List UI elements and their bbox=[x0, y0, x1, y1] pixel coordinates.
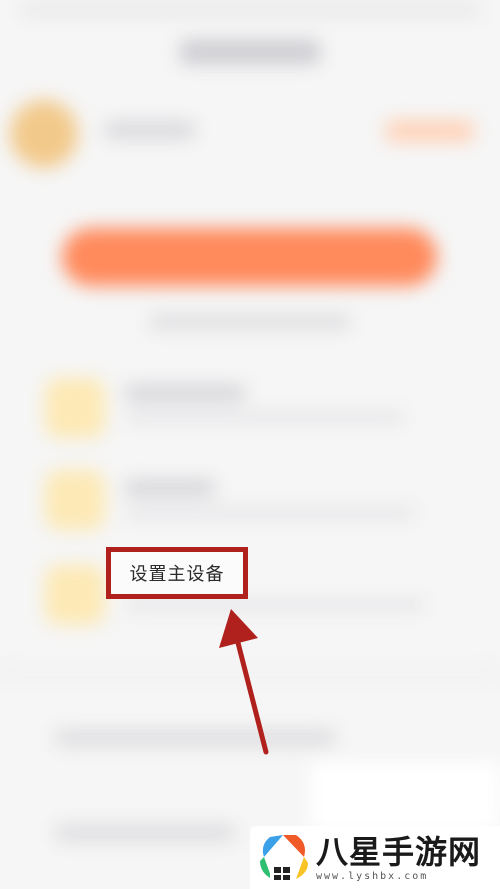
watermark-url: www.lyshbx.com bbox=[316, 871, 429, 882]
colorful-pinwheel-house-icon bbox=[260, 834, 308, 881]
set-primary-device-highlight[interactable]: 设置主设备 bbox=[106, 547, 248, 599]
set-primary-device-label: 设置主设备 bbox=[129, 564, 225, 585]
watermark: 八星手游网 www.lyshbx.com bbox=[250, 826, 500, 889]
watermark-brand: 八星手游网 bbox=[316, 833, 482, 871]
annotation-arrow bbox=[219, 609, 269, 755]
